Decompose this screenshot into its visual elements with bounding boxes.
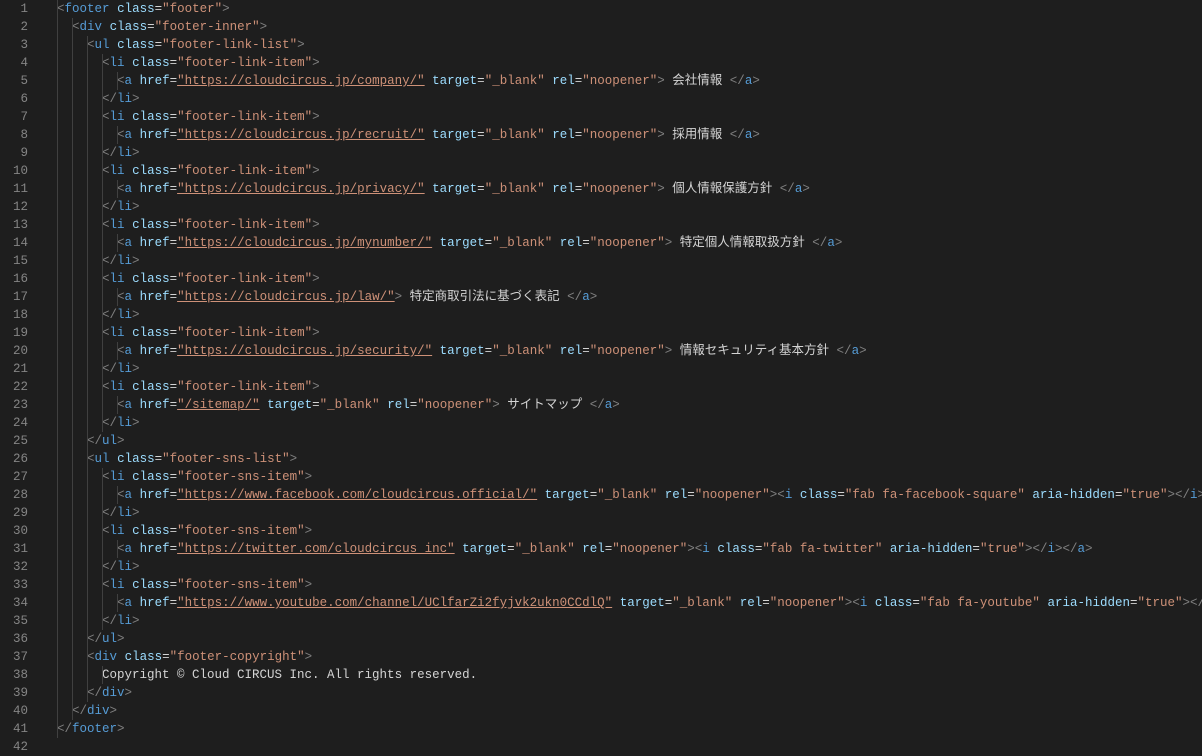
code-line[interactable]: </li> [42, 504, 1202, 522]
line-number: 21 [0, 360, 28, 378]
code-line[interactable] [42, 738, 1202, 756]
code-line[interactable]: <li class="footer-link-item"> [42, 270, 1202, 288]
code-line[interactable]: <a href="https://cloudcircus.jp/recruit/… [42, 126, 1202, 144]
code-line[interactable]: <div class="footer-inner"> [42, 18, 1202, 36]
line-number: 22 [0, 378, 28, 396]
line-number: 3 [0, 36, 28, 54]
line-number: 26 [0, 450, 28, 468]
code-line[interactable]: <li class="footer-sns-item"> [42, 468, 1202, 486]
code-line[interactable]: <li class="footer-link-item"> [42, 378, 1202, 396]
line-number: 39 [0, 684, 28, 702]
line-number: 41 [0, 720, 28, 738]
code-line[interactable]: <li class="footer-link-item"> [42, 216, 1202, 234]
code-line[interactable]: <a href="https://cloudcircus.jp/company/… [42, 72, 1202, 90]
code-line[interactable]: </li> [42, 144, 1202, 162]
code-line[interactable]: <a href="https://cloudcircus.jp/privacy/… [42, 180, 1202, 198]
line-number: 28 [0, 486, 28, 504]
line-number: 29 [0, 504, 28, 522]
line-number: 30 [0, 522, 28, 540]
line-number: 36 [0, 630, 28, 648]
line-number: 42 [0, 738, 28, 756]
line-number: 27 [0, 468, 28, 486]
line-number: 11 [0, 180, 28, 198]
code-content[interactable]: <footer class="footer"> <div class="foot… [42, 0, 1202, 756]
code-line[interactable]: <a href="https://twitter.com/cloudcircus… [42, 540, 1202, 558]
code-line[interactable]: <a href="/sitemap/" target="_blank" rel=… [42, 396, 1202, 414]
code-editor: 1234567891011121314151617181920212223242… [0, 0, 1202, 756]
code-line[interactable]: </div> [42, 684, 1202, 702]
code-line[interactable]: <li class="footer-sns-item"> [42, 576, 1202, 594]
line-number: 17 [0, 288, 28, 306]
line-number: 14 [0, 234, 28, 252]
code-line[interactable]: <a href="https://www.youtube.com/channel… [42, 594, 1202, 612]
code-line[interactable]: </div> [42, 702, 1202, 720]
code-line[interactable]: </ul> [42, 432, 1202, 450]
code-line[interactable]: <ul class="footer-link-list"> [42, 36, 1202, 54]
line-number: 18 [0, 306, 28, 324]
code-line[interactable]: <a href="https://www.facebook.com/cloudc… [42, 486, 1202, 504]
line-number: 6 [0, 90, 28, 108]
code-line[interactable]: Copyright © Cloud CIRCUS Inc. All rights… [42, 666, 1202, 684]
line-number: 7 [0, 108, 28, 126]
code-line[interactable]: <li class="footer-link-item"> [42, 54, 1202, 72]
line-number: 33 [0, 576, 28, 594]
code-line[interactable]: <li class="footer-link-item"> [42, 108, 1202, 126]
line-number: 37 [0, 648, 28, 666]
line-number: 32 [0, 558, 28, 576]
code-line[interactable]: <li class="footer-sns-item"> [42, 522, 1202, 540]
line-number: 9 [0, 144, 28, 162]
line-number: 35 [0, 612, 28, 630]
line-number: 31 [0, 540, 28, 558]
code-line[interactable]: <a href="https://cloudcircus.jp/law/"> 特… [42, 288, 1202, 306]
line-number: 34 [0, 594, 28, 612]
code-line[interactable]: </li> [42, 360, 1202, 378]
code-line[interactable]: </li> [42, 90, 1202, 108]
code-line[interactable]: </li> [42, 414, 1202, 432]
code-line[interactable]: </li> [42, 612, 1202, 630]
code-line[interactable]: </li> [42, 198, 1202, 216]
line-number: 10 [0, 162, 28, 180]
line-number: 2 [0, 18, 28, 36]
line-number: 1 [0, 0, 28, 18]
line-number: 15 [0, 252, 28, 270]
code-line[interactable]: </li> [42, 252, 1202, 270]
line-number: 13 [0, 216, 28, 234]
line-number: 16 [0, 270, 28, 288]
line-number: 38 [0, 666, 28, 684]
code-line[interactable]: </footer> [42, 720, 1202, 738]
line-number: 23 [0, 396, 28, 414]
code-line[interactable]: </ul> [42, 630, 1202, 648]
code-line[interactable]: <li class="footer-link-item"> [42, 162, 1202, 180]
line-number: 20 [0, 342, 28, 360]
code-line[interactable]: <li class="footer-link-item"> [42, 324, 1202, 342]
code-line[interactable]: <div class="footer-copyright"> [42, 648, 1202, 666]
line-number: 25 [0, 432, 28, 450]
line-number-gutter: 1234567891011121314151617181920212223242… [0, 0, 42, 756]
line-number: 24 [0, 414, 28, 432]
code-line[interactable]: </li> [42, 558, 1202, 576]
line-number: 12 [0, 198, 28, 216]
code-line[interactable]: <footer class="footer"> [42, 0, 1202, 18]
line-number: 5 [0, 72, 28, 90]
line-number: 19 [0, 324, 28, 342]
line-number: 8 [0, 126, 28, 144]
code-line[interactable]: <ul class="footer-sns-list"> [42, 450, 1202, 468]
code-line[interactable]: <a href="https://cloudcircus.jp/security… [42, 342, 1202, 360]
code-line[interactable]: <a href="https://cloudcircus.jp/mynumber… [42, 234, 1202, 252]
code-line[interactable]: </li> [42, 306, 1202, 324]
line-number: 40 [0, 702, 28, 720]
line-number: 4 [0, 54, 28, 72]
